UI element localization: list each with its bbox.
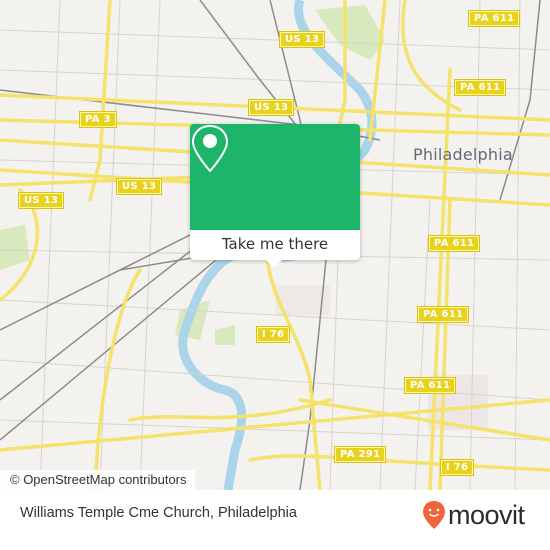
route-shield: PA 611 — [467, 10, 521, 27]
moovit-logo[interactable]: moovit — [422, 500, 525, 530]
popup-header — [190, 124, 360, 230]
location-popup: Take me there — [190, 124, 360, 268]
route-shield: PA 611 — [403, 377, 457, 394]
route-shield: PA 3 — [79, 111, 117, 128]
moovit-pin-icon — [423, 501, 445, 529]
city-label: Philadelphia — [413, 145, 513, 164]
popup-pointer — [263, 257, 285, 268]
map-attribution[interactable]: © OpenStreetMap contributors — [0, 470, 195, 490]
route-shield: I 76 — [439, 459, 475, 476]
route-shield: PA 611 — [416, 306, 470, 323]
place-title: Williams Temple Cme Church, Philadelphia — [20, 505, 297, 521]
route-shield: PA 611 — [427, 235, 481, 252]
route-shield: US 13 — [17, 192, 65, 209]
route-shield: PA 611 — [453, 79, 507, 96]
map-pin-icon — [191, 124, 229, 173]
take-me-there-button[interactable]: Take me there — [190, 230, 360, 260]
brand-name: moovit — [448, 500, 525, 530]
route-shield: US 13 — [115, 178, 163, 195]
map-view[interactable]: PA 611 PA 611 US 13 US 13 PA 3 US 13 US … — [0, 0, 550, 490]
route-shield: US 13 — [278, 31, 326, 48]
route-shield: I 76 — [255, 326, 291, 343]
route-shield: PA 291 — [333, 446, 387, 463]
route-shield: US 13 — [247, 99, 295, 116]
footer: Williams Temple Cme Church, Philadelphia… — [0, 490, 550, 550]
